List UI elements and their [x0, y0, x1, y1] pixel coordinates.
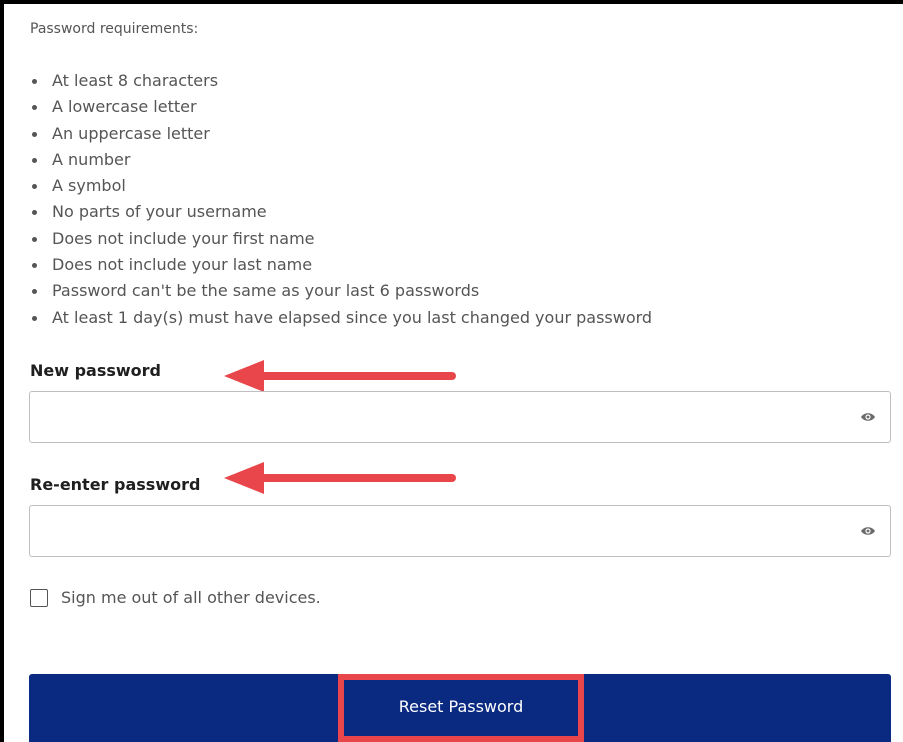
- requirement-item: Password can't be the same as your last …: [30, 278, 652, 304]
- requirements-list: At least 8 characters A lowercase letter…: [30, 68, 652, 331]
- requirements-heading: Password requirements:: [30, 21, 199, 37]
- requirement-item: A lowercase letter: [30, 94, 652, 120]
- reenter-password-label: Re-enter password: [30, 475, 201, 494]
- sign-out-option[interactable]: Sign me out of all other devices.: [30, 588, 321, 607]
- requirement-item: Does not include your first name: [30, 226, 652, 252]
- new-password-input[interactable]: [30, 392, 858, 442]
- requirement-item: An uppercase letter: [30, 121, 652, 147]
- sign-out-checkbox[interactable]: [30, 588, 48, 607]
- new-password-field[interactable]: [29, 391, 891, 443]
- requirement-item: At least 8 characters: [30, 68, 652, 94]
- requirement-item: At least 1 day(s) must have elapsed sinc…: [30, 305, 652, 331]
- requirement-item: A number: [30, 147, 652, 173]
- eye-icon[interactable]: [860, 410, 876, 424]
- new-password-label: New password: [30, 361, 162, 380]
- reset-password-label[interactable]: Reset Password: [338, 674, 584, 742]
- reenter-password-field[interactable]: [29, 505, 891, 557]
- sign-out-label[interactable]: Sign me out of all other devices.: [61, 588, 321, 607]
- annotation-arrow: [224, 360, 456, 392]
- requirement-item: No parts of your username: [30, 199, 652, 225]
- requirement-item: Does not include your last name: [30, 252, 652, 278]
- requirement-item: A symbol: [30, 173, 652, 199]
- annotation-arrow: [224, 462, 456, 494]
- eye-icon[interactable]: [860, 524, 876, 538]
- reenter-password-input[interactable]: [30, 506, 858, 556]
